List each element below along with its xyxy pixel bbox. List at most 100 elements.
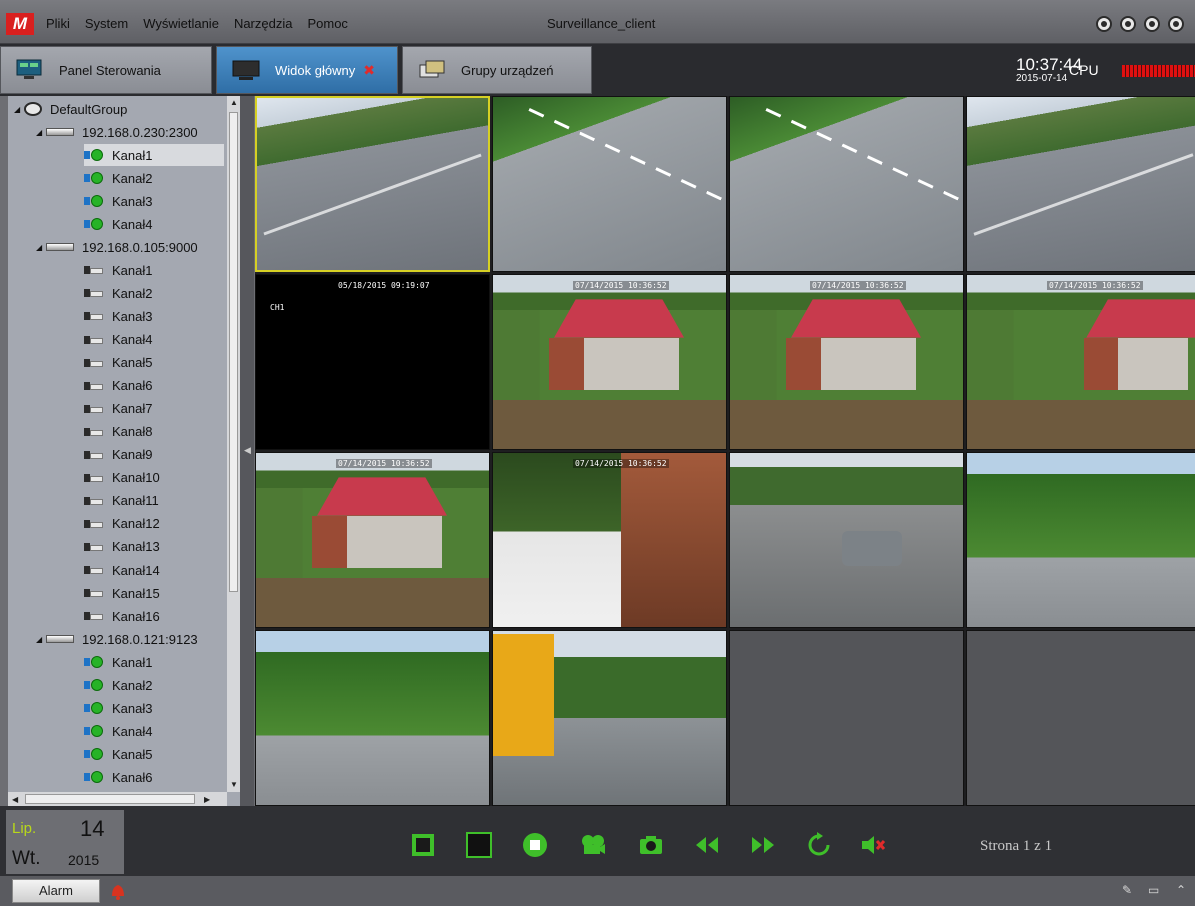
video-cell-1[interactable] (255, 96, 490, 272)
collapse-arrow-icon[interactable]: ◢ (14, 105, 24, 114)
video-cell-8[interactable]: 07/14/2015 10:36:52 (966, 274, 1195, 450)
tree-device[interactable]: ◢ 192.168.0.121:9123 (36, 628, 198, 650)
tree-channel[interactable]: Kanał4 (84, 329, 152, 351)
stop-button[interactable] (522, 832, 548, 858)
video-cell-4[interactable] (966, 96, 1195, 272)
tree-channel[interactable]: Kanał3 (84, 305, 152, 327)
monitor-icon (232, 60, 260, 80)
tree-channel[interactable]: Kanał7 (84, 398, 152, 420)
snapshot-icon (640, 836, 662, 854)
video-cell-13[interactable] (255, 630, 490, 806)
menu-narzedzia[interactable]: Narzędzia (234, 16, 293, 31)
settings-icon[interactable] (1096, 16, 1112, 32)
tree-channel[interactable]: Kanał4 (84, 720, 152, 742)
tab-widok-glowny[interactable]: Widok główny ✖ (216, 46, 398, 94)
refresh-button[interactable] (806, 832, 832, 858)
camera-channel-icon (84, 471, 104, 485)
tree-channel[interactable]: Kanał3 (84, 697, 152, 719)
tree-channel[interactable]: Kanał5 (84, 352, 152, 374)
tree-device[interactable]: ◢ 192.168.0.230:2300 (36, 121, 198, 143)
video-cell-14[interactable] (492, 630, 727, 806)
video-cell-10[interactable]: 07/14/2015 10:36:52 (492, 452, 727, 628)
expand-icon[interactable]: ⌃ (1176, 883, 1186, 897)
camera-channel-icon (84, 563, 104, 577)
tree-channel[interactable]: Kanał10 (84, 467, 160, 489)
video-cell-6[interactable]: 07/14/2015 10:36:52 (492, 274, 727, 450)
video-cell-7[interactable]: 07/14/2015 10:36:52 (729, 274, 964, 450)
video-cell-11[interactable] (729, 452, 964, 628)
collapse-arrow-icon[interactable]: ◢ (36, 635, 46, 644)
tree-hscroll-thumb[interactable] (25, 794, 195, 804)
video-cell-9[interactable]: 07/14/2015 10:36:52 (255, 452, 490, 628)
close-icon[interactable] (1168, 16, 1184, 32)
tree-channel[interactable]: Kanał2 (84, 167, 152, 189)
cpu-label: CPU (1069, 62, 1099, 78)
forward-button[interactable] (750, 832, 776, 858)
tree-channel[interactable]: Kanał9 (84, 444, 152, 466)
tab-close-icon[interactable]: ✖ (363, 62, 375, 79)
tab-panel-sterowania[interactable]: Panel Sterowania (0, 46, 212, 94)
scroll-up-icon[interactable]: ▲ (230, 98, 238, 107)
tree-channel[interactable]: Kanał8 (84, 421, 152, 443)
tree-scroll-thumb[interactable] (229, 112, 238, 592)
tree-device[interactable]: ◢ 192.168.0.105:9000 (36, 236, 198, 258)
tree-channel[interactable]: Kanał6 (84, 375, 152, 397)
collapse-arrow-icon[interactable]: ◢ (36, 128, 46, 137)
video-cell-2[interactable] (492, 96, 727, 272)
snapshot-button[interactable] (638, 832, 664, 858)
minimize-icon[interactable] (1120, 16, 1136, 32)
tree-channel[interactable]: Kanał1 (84, 144, 224, 167)
tree-channel[interactable]: Kanał4 (84, 213, 152, 235)
video-cell-12[interactable] (966, 452, 1195, 628)
single-view-button[interactable] (466, 832, 492, 858)
tree-channel[interactable]: Kanał3 (84, 190, 152, 212)
scroll-left-icon[interactable]: ◀ (12, 795, 18, 804)
tree-channel[interactable]: Kanał14 (84, 559, 160, 581)
record-button[interactable] (580, 832, 606, 858)
video-cell-16[interactable] (966, 630, 1195, 806)
tree-channel[interactable]: Kanał1 (84, 259, 152, 281)
tree-root-defaultgroup[interactable]: ◢ DefaultGroup (14, 98, 127, 120)
tree-channel[interactable]: Kanał2 (84, 674, 152, 696)
tree-channel[interactable]: Kanał15 (84, 582, 160, 604)
menu-wyswietlanie[interactable]: Wyświetlanie (143, 16, 219, 31)
tree-node-label: 192.168.0.230:2300 (82, 124, 198, 140)
tree-channel[interactable]: Kanał2 (84, 282, 152, 304)
tree-channel[interactable]: Kanał5 (84, 743, 152, 765)
video-cell-15[interactable] (729, 630, 964, 806)
video-cell-5[interactable]: 05/18/2015 09:19:07 CH1 (255, 274, 490, 450)
tab-grupy-urzadzen[interactable]: Grupy urządzeń (402, 46, 592, 94)
mute-button[interactable] (860, 832, 886, 858)
fullscreen-button[interactable] (410, 832, 436, 858)
refresh-icon (808, 832, 830, 856)
rewind-button[interactable] (694, 832, 720, 858)
scroll-down-icon[interactable]: ▼ (230, 780, 238, 789)
tree-channel[interactable]: Kanał13 (84, 536, 160, 558)
menu-pliki[interactable]: Pliki (46, 16, 70, 31)
alarm-button[interactable]: Alarm (12, 879, 100, 903)
tree-channel[interactable]: Kanał11 (84, 490, 159, 512)
tree-channel[interactable]: Kanał6 (84, 766, 152, 788)
collapse-arrow-icon[interactable]: ◢ (36, 243, 46, 252)
tree-node-label: 192.168.0.121:9123 (82, 631, 198, 647)
window-mode-icon[interactable]: ▭ (1148, 883, 1159, 897)
video-cell-3[interactable] (729, 96, 964, 272)
tree-channel[interactable]: Kanał12 (84, 513, 160, 535)
calendar-year: 2015 (68, 852, 100, 868)
camera-channel-icon (84, 517, 104, 531)
alarm-bell-icon[interactable] (108, 881, 128, 901)
pin-icon[interactable]: ✎ (1122, 883, 1132, 897)
camera-channel-icon (84, 148, 104, 162)
menu-system[interactable]: System (85, 16, 128, 31)
maximize-icon[interactable] (1144, 16, 1160, 32)
tree-channel[interactable]: Kanał1 (84, 651, 152, 673)
scroll-right-icon[interactable]: ▶ (204, 795, 210, 804)
collapse-panel-icon[interactable]: ◀ (244, 445, 251, 456)
tree-node-label: Kanał4 (112, 216, 153, 232)
tree-node-label: Kanał5 (112, 355, 153, 371)
tree-channel[interactable]: Kanał16 (84, 605, 160, 627)
tree-node-label: Kanał3 (112, 308, 153, 324)
tree-node-label: Kanał4 (112, 723, 153, 739)
menu-pomoc[interactable]: Pomoc (307, 16, 347, 31)
tree-node-label: Kanał11 (112, 493, 159, 509)
